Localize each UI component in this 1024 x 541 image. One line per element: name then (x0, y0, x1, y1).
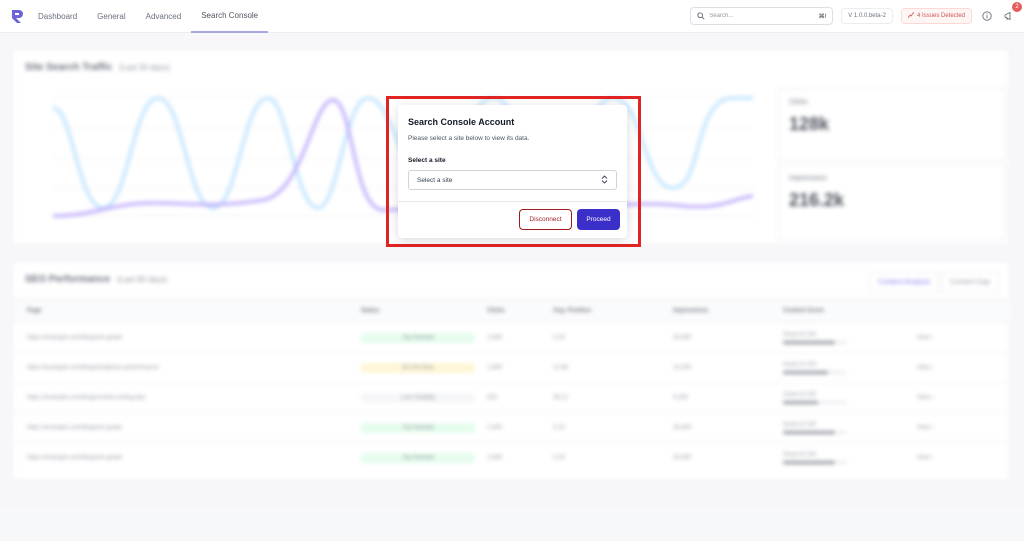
proceed-button[interactable]: Proceed (577, 209, 620, 230)
site-select-label: Select a site (408, 157, 446, 164)
modal-divider (398, 201, 627, 202)
disconnect-button[interactable]: Disconnect (519, 209, 572, 230)
modal-backdrop[interactable] (0, 0, 1024, 541)
modal-description: Please select a site below to view its d… (408, 135, 530, 142)
chevron-up-down-icon (601, 174, 608, 186)
search-console-modal: Search Console Account Please select a s… (398, 105, 627, 238)
site-select-value: Select a site (417, 176, 453, 184)
site-select[interactable]: Select a site (408, 170, 617, 190)
modal-title: Search Console Account (408, 117, 515, 127)
